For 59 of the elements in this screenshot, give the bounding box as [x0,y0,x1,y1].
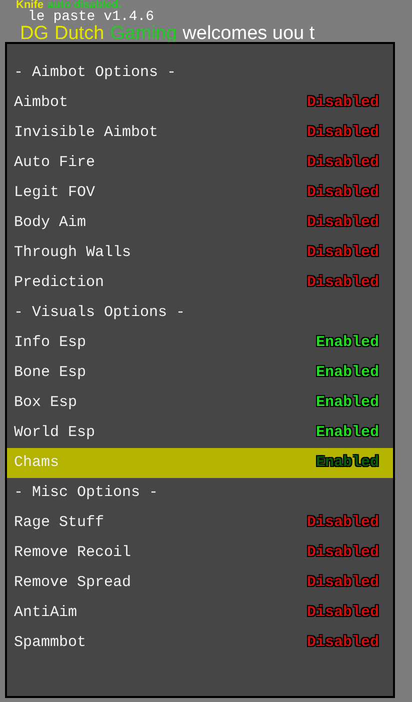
option-status: Disabled [306,212,379,233]
option-status: Disabled [306,602,379,623]
menu-option[interactable]: Bone Esp Enabled [7,358,393,388]
menu-option[interactable]: Box Esp Enabled [7,388,393,418]
option-status: Enabled [316,332,379,353]
section-header: - Misc Options - [13,482,160,503]
menu-option[interactable]: Remove Recoil Disabled [7,538,393,568]
option-status: Enabled [316,422,379,443]
option-status: Disabled [306,182,379,203]
option-status: Disabled [306,512,379,533]
section-header: - Visuals Options - [13,302,186,323]
option-label: Remove Recoil [14,542,132,563]
option-label: Through Walls [14,242,132,263]
option-label: Rage Stuff [14,512,104,533]
option-label: Prediction [14,272,104,293]
option-label: Legit FOV [14,182,96,203]
menu-option[interactable]: AntiAim Disabled [7,598,393,628]
option-label: Auto Fire [14,152,96,173]
option-status: Enabled [316,362,379,383]
menu-option[interactable]: Spammbot Disabled [7,628,393,658]
menu-option[interactable]: Body Aim Disabled [7,208,393,238]
option-label: Aimbot [14,92,68,113]
option-label: Chams [14,452,60,473]
menu-option[interactable]: Chams Enabled [7,448,393,478]
menu-option[interactable]: Invisible Aimbot Disabled [7,118,393,148]
menu-option[interactable]: Through Walls Disabled [7,238,393,268]
option-status: Disabled [306,92,379,113]
option-label: AntiAim [14,602,78,623]
menu-option[interactable]: Prediction Disabled [7,268,393,298]
option-status: Disabled [306,122,379,143]
menu-option[interactable]: Rage Stuff Disabled [7,508,393,538]
option-status: Disabled [306,272,379,293]
option-label: World Esp [14,422,96,443]
menu-option[interactable]: Auto Fire Disabled [7,148,393,178]
option-status: Enabled [316,392,379,413]
menu-option[interactable]: Legit FOV Disabled [7,178,393,208]
option-label: Remove Spread [14,572,132,593]
option-label: Spammbot [14,632,86,653]
menu-option[interactable]: World Esp Enabled [7,418,393,448]
option-status: Disabled [306,572,379,593]
welcome-text: Gaming [110,24,177,42]
option-status: Disabled [306,242,379,263]
option-label: Body Aim [14,212,86,233]
menu-option[interactable]: Aimbot Disabled [7,88,393,118]
welcome-text: DG [20,24,48,42]
welcome-text: Dutch [54,24,104,42]
option-status: Disabled [306,152,379,173]
option-status: Enabled [316,452,379,473]
option-status: Disabled [306,632,379,653]
option-label: Box Esp [14,392,78,413]
option-label: Bone Esp [14,362,86,383]
option-label: Invisible Aimbot [14,122,158,143]
option-status: Disabled [306,542,379,563]
option-label: Info Esp [14,332,86,353]
welcome-text: welcomes uou t [182,24,315,42]
section-header: - Aimbot Options - [13,62,178,83]
menu-option[interactable]: Remove Spread Disabled [7,568,393,598]
version-label: le paste v1.4.6 [28,10,154,24]
menu-option[interactable]: Info Esp Enabled [7,328,393,358]
